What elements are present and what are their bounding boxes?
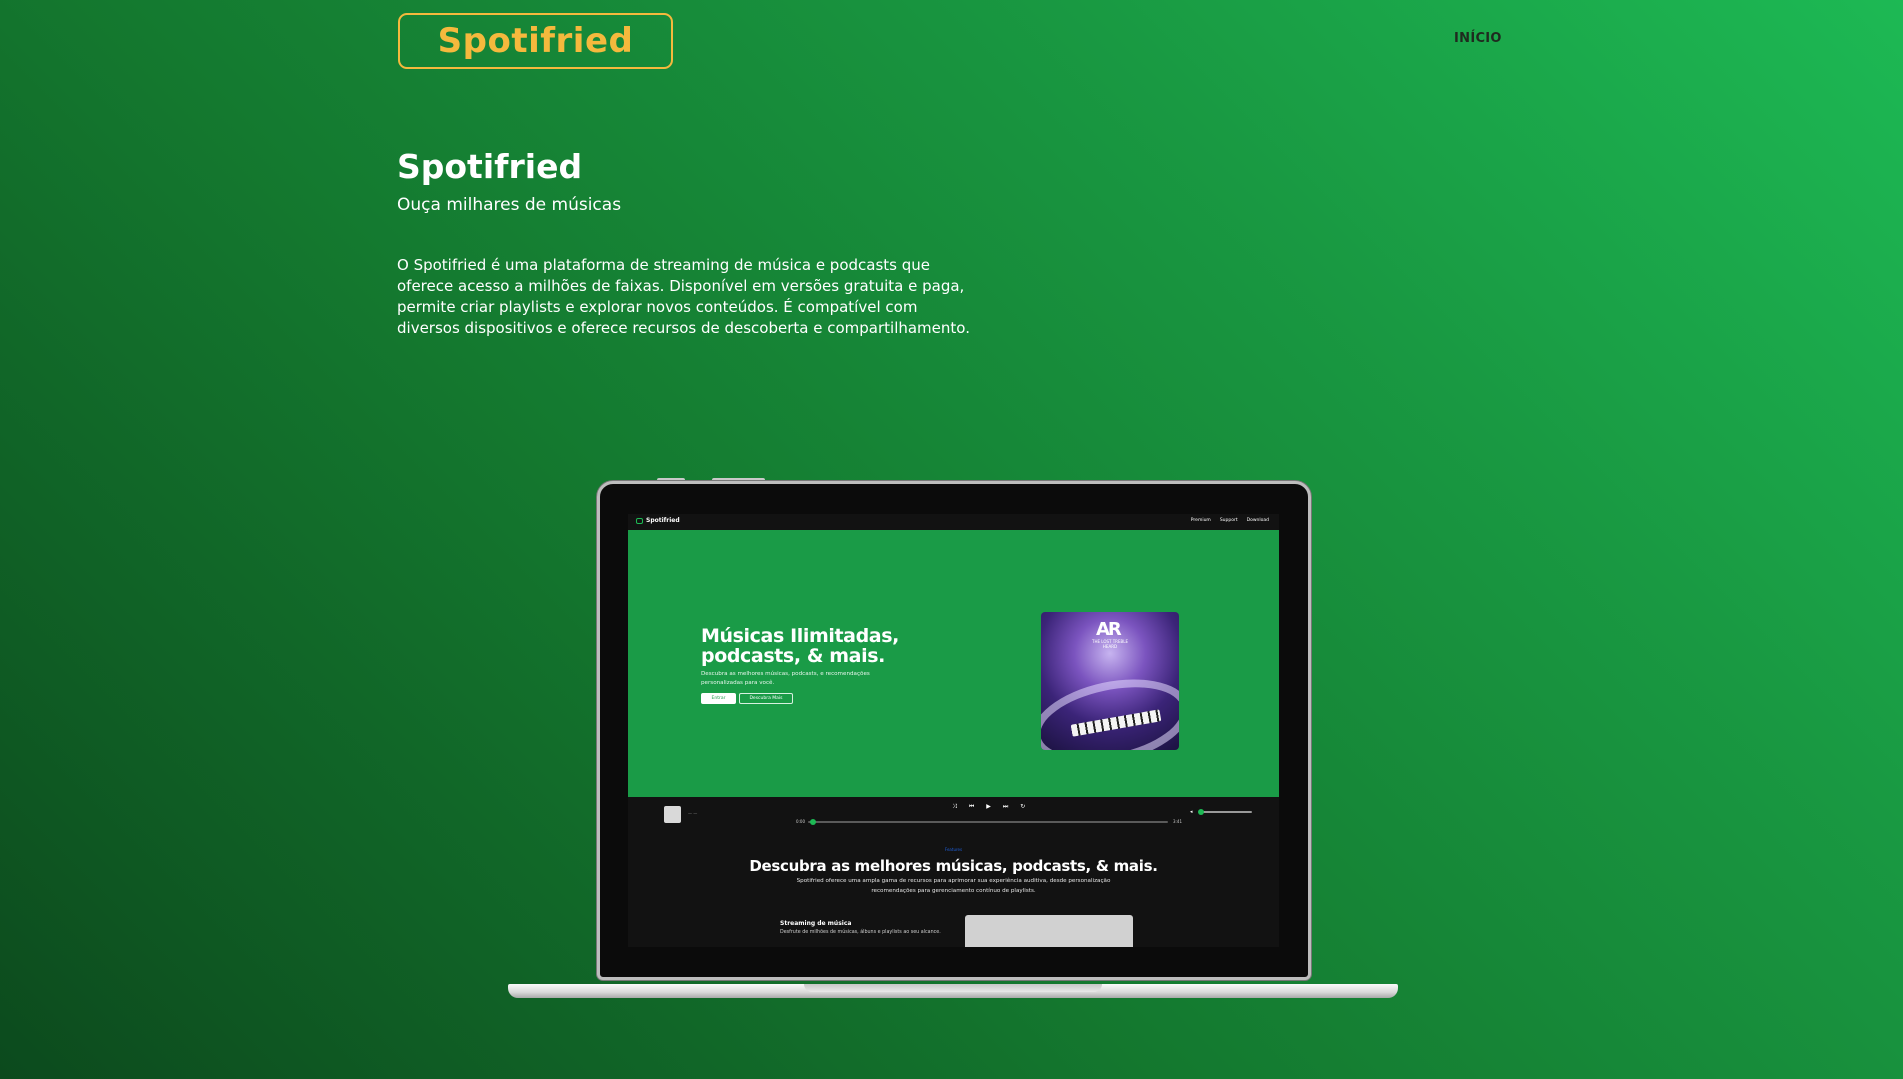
album-subtitle: THE LOST TREBLE HEARD <box>1092 639 1128 649</box>
screen-section-description: Spotifried oferece uma ampla gama de rec… <box>796 878 1111 894</box>
player-progress-bar <box>808 821 1168 823</box>
shuffle-icon: ⤨ <box>952 803 957 810</box>
player-time-current: 0:00 <box>796 819 805 824</box>
player-progress-knob <box>810 819 816 825</box>
screen-nav-download: Download <box>1246 518 1269 523</box>
next-icon: ⏭ <box>1002 803 1009 810</box>
screen-brand-label: Spotifried <box>646 517 680 524</box>
volume-knob <box>1198 809 1204 815</box>
player-track-label: — — <box>688 811 698 816</box>
screen-discover-button: Descubra Mais <box>739 693 793 704</box>
brand-logo-icon <box>636 517 643 524</box>
volume-icon: ◂ <box>1190 809 1193 815</box>
page-subtitle: Ouça milhares de músicas <box>397 195 622 215</box>
laptop-notch <box>804 984 1102 992</box>
screen-player-bar: — — ⤨ ⏮ ▶ ⏭ ↻ 0:00 3:41 ◂ <box>628 797 1279 837</box>
player-controls: ⤨ ⏮ ▶ ⏭ ↻ <box>952 803 1025 811</box>
previous-icon: ⏮ <box>968 803 975 810</box>
screen-brand: Spotifried <box>636 517 680 524</box>
screen-nav-links: Premium Support Download <box>1191 518 1269 523</box>
page-description: O Spotifried é uma plataforma de streami… <box>397 256 970 337</box>
nav-link-inicio[interactable]: INÍCIO <box>1454 31 1502 46</box>
logo-button[interactable]: Spotifried <box>398 13 673 69</box>
screen-hero-text: Descubra as melhores músicas, podcasts, … <box>701 671 870 686</box>
screen-navbar: Spotifried Premium Support Download <box>628 514 1279 530</box>
screen-feature-image <box>965 915 1133 947</box>
screen-nav-premium: Premium <box>1190 518 1211 523</box>
screen-enter-button: Entrar <box>701 693 736 704</box>
screen-feature-description: Desfrute de milhões de músicas, álbuns e… <box>780 930 941 935</box>
album-cover-image: AR THE LOST TREBLE HEARD <box>1041 612 1179 750</box>
screen-nav-support: Support <box>1219 518 1238 523</box>
screen-hero: Músicas Ilimitadas, podcasts, & mais. De… <box>628 530 1279 797</box>
laptop-screen: Spotifried Premium Support Download Músi… <box>628 514 1279 947</box>
screen-section-tag: Features <box>944 847 963 852</box>
screen-hero-title: Músicas Ilimitadas, podcasts, & mais. <box>701 625 899 667</box>
play-icon: ▶ <box>986 803 991 810</box>
player-time-total: 3:41 <box>1173 819 1182 824</box>
screen-feature-title: Streaming de música <box>780 920 852 927</box>
album-swirl-decoration <box>1041 666 1179 750</box>
page-title: Spotifried <box>397 147 583 186</box>
logo-text: Spotifried <box>437 21 634 61</box>
album-monogram: AR <box>1096 619 1122 640</box>
player-thumbnail <box>664 806 681 823</box>
volume-slider <box>1200 811 1252 813</box>
repeat-icon: ↻ <box>1020 803 1026 810</box>
screen-section-title: Descubra as melhores músicas, podcasts, … <box>749 857 1158 875</box>
